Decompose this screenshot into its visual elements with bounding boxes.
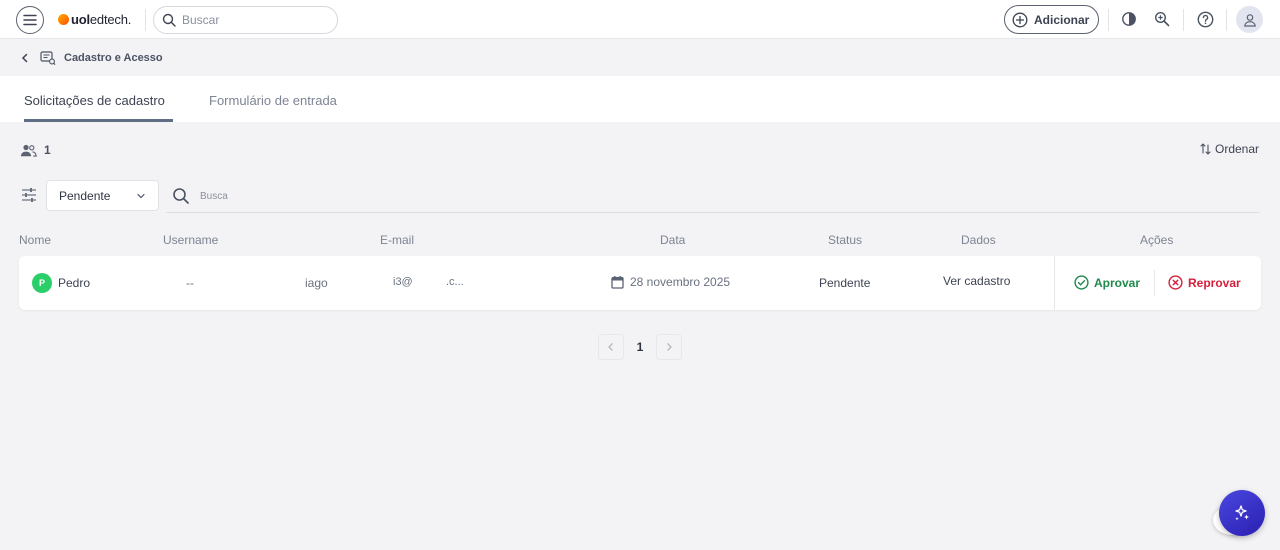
hamburger-icon (23, 14, 37, 26)
user-avatar[interactable] (1236, 6, 1263, 33)
page-title: Cadastro e Acesso (64, 52, 163, 64)
global-search[interactable] (153, 6, 338, 34)
column-header-name[interactable]: Nome (19, 233, 51, 247)
filter-sliders-icon[interactable] (20, 186, 38, 204)
row-email-part: iago (305, 276, 328, 290)
reject-button[interactable]: Reprovar (1168, 275, 1241, 290)
search-icon (173, 188, 189, 204)
logo-mark-icon (58, 13, 69, 25)
sort-button[interactable]: Ordenar (1200, 142, 1259, 156)
status-filter-select[interactable]: Pendente (46, 180, 159, 211)
tab-registration-requests[interactable]: Solicitações de cadastro (24, 93, 165, 108)
active-tab-indicator (24, 119, 173, 122)
request-search-input[interactable] (200, 190, 1100, 202)
logo-bold-text: uol (71, 11, 90, 27)
check-circle-icon (1074, 275, 1089, 290)
column-header-actions: Ações (1140, 233, 1174, 247)
tab-entry-form[interactable]: Formulário de entrada (209, 93, 337, 108)
logo-text: edtech. (89, 11, 132, 27)
global-search-input[interactable] (182, 13, 322, 27)
sparkle-icon (1235, 505, 1249, 521)
column-header-username[interactable]: Username (163, 233, 218, 247)
chevron-right-icon (667, 343, 672, 351)
row-date: 28 novembro 2025 (611, 275, 730, 289)
reject-label: Reprovar (1188, 275, 1241, 290)
row-email-part: i3@ (393, 276, 413, 288)
divider (1226, 9, 1227, 31)
approve-label: Aprovar (1094, 275, 1141, 290)
divider (1154, 270, 1155, 296)
page-number[interactable]: 1 (630, 340, 650, 354)
close-circle-icon (1168, 275, 1183, 290)
zoom-in-icon (1154, 11, 1170, 27)
ai-assistant-button[interactable] (1219, 490, 1265, 536)
search-icon (162, 13, 176, 27)
add-button[interactable]: Adicionar (1004, 5, 1099, 34)
count-value: 1 (44, 143, 51, 157)
contrast-button[interactable] (1119, 9, 1139, 29)
user-icon (1243, 13, 1256, 27)
registration-icon (40, 50, 56, 66)
view-registration-link[interactable]: Ver cadastro (943, 274, 1010, 288)
contrast-icon (1122, 12, 1136, 26)
chevron-left-icon (608, 343, 613, 351)
calendar-icon (611, 276, 624, 289)
avatar: P (32, 273, 52, 293)
divider (1054, 256, 1055, 310)
top-bar: uol edtech. Adicionar (0, 0, 1280, 39)
row-status: Pendente (819, 276, 871, 290)
back-button[interactable] (20, 53, 30, 63)
logo[interactable]: uol edtech. (58, 10, 131, 28)
chevron-left-icon (21, 53, 28, 63)
add-button-label: Adicionar (1034, 12, 1090, 27)
breadcrumb: Cadastro e Acesso (0, 40, 1280, 76)
table-row: P Pedro -- iago i3@ .c... 28 novembro 20… (19, 256, 1261, 310)
sort-icon (1200, 143, 1211, 155)
users-icon (20, 144, 37, 157)
column-header-status[interactable]: Status (828, 233, 862, 247)
help-button[interactable] (1195, 9, 1215, 29)
help-icon (1197, 11, 1213, 27)
row-username: -- (186, 276, 194, 290)
column-header-data: Dados (961, 233, 996, 247)
row-name: Pedro (58, 276, 91, 290)
column-header-date[interactable]: Data (660, 233, 685, 247)
divider (145, 9, 146, 31)
chevron-down-icon (137, 193, 145, 199)
previous-page-button[interactable] (598, 334, 624, 360)
divider (1108, 9, 1109, 31)
row-date-text: 28 novembro 2025 (630, 275, 731, 289)
zoom-button[interactable] (1152, 9, 1172, 29)
status-filter-value: Pendente (59, 188, 111, 203)
divider (1183, 9, 1184, 31)
approve-button[interactable]: Aprovar (1074, 275, 1140, 290)
tab-bar: Solicitações de cadastro Formulário de e… (0, 76, 1280, 122)
plus-circle-icon (1012, 12, 1028, 27)
request-search[interactable] (166, 180, 1260, 213)
column-header-email[interactable]: E-mail (380, 233, 414, 247)
menu-button[interactable] (16, 6, 44, 34)
result-count: 1 (20, 143, 51, 157)
next-page-button[interactable] (656, 334, 682, 360)
row-email-part: .c... (446, 276, 464, 288)
sort-label: Ordenar (1215, 142, 1260, 156)
